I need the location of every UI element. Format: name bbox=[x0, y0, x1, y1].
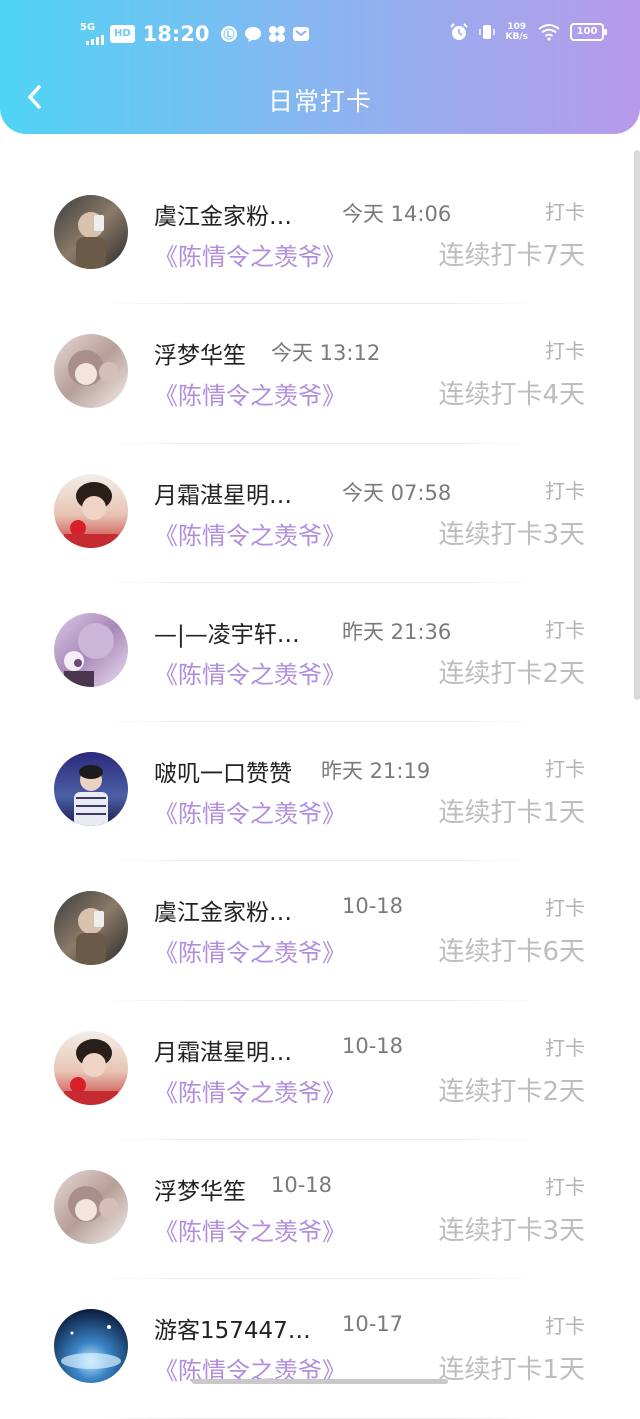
avatar[interactable] bbox=[54, 473, 128, 548]
book-title-link[interactable]: 《陈情令之羡爷》 bbox=[154, 655, 346, 690]
streak-text: 连续打卡1天 bbox=[438, 798, 585, 829]
home-indicator[interactable] bbox=[192, 1379, 448, 1384]
avatar-image bbox=[54, 612, 128, 687]
app-notification-icon: Ⓛ bbox=[220, 26, 237, 42]
checkin-time: 昨天 21:19 bbox=[321, 759, 431, 784]
checkin-time: 今天 13:12 bbox=[271, 341, 381, 366]
network-speed: 109 KB/s bbox=[505, 22, 528, 42]
checkin-time: 10-18 bbox=[342, 894, 404, 919]
checkin-time: 今天 07:58 bbox=[342, 480, 452, 505]
streak-text: 连续打卡6天 bbox=[438, 937, 585, 968]
avatar-image bbox=[54, 1170, 128, 1245]
book-title-link[interactable]: 《陈情令之羡爷》 bbox=[154, 1212, 346, 1247]
checkin-label: 打卡 bbox=[545, 200, 585, 224]
checkin-time: 今天 14:06 bbox=[342, 202, 452, 226]
svg-text:Ⓛ: Ⓛ bbox=[223, 27, 234, 41]
avatar-image bbox=[54, 1030, 128, 1105]
checkin-row[interactable]: 浮梦华笙 今天 13:12 打卡 《陈情令之羡爷》 连续打卡4天 bbox=[0, 304, 640, 444]
checkin-row[interactable]: 游客157447… 10-17 打卡 《陈情令之羡爷》 连续打卡1天 bbox=[0, 1279, 640, 1419]
avatar-image bbox=[54, 752, 128, 827]
checkin-row[interactable]: —|—凌宇轩… 昨天 21:36 打卡 《陈情令之羡爷》 连续打卡2天 bbox=[0, 583, 640, 723]
username[interactable]: 虞江金家粉… bbox=[154, 197, 292, 231]
cellular-signal-icon: 5G bbox=[80, 23, 104, 45]
streak-text: 连续打卡3天 bbox=[438, 519, 585, 550]
avatar[interactable] bbox=[54, 195, 128, 269]
checkin-label: 打卡 bbox=[545, 339, 585, 364]
network-type: 5G bbox=[80, 22, 96, 33]
avatar-image bbox=[54, 334, 128, 409]
checkin-row[interactable]: 啵叽一口赞赞 昨天 21:19 打卡 《陈情令之羡爷》 连续打卡1天 bbox=[0, 722, 640, 862]
status-time: 18:20 bbox=[142, 22, 210, 46]
username[interactable]: —|—凌宇轩… bbox=[154, 615, 300, 649]
checkin-label: 打卡 bbox=[545, 1175, 585, 1200]
pinwheel-icon bbox=[268, 26, 285, 42]
avatar-image bbox=[54, 1309, 128, 1384]
wifi-icon bbox=[538, 24, 560, 41]
status-bar: 5G HD 18:20 Ⓛ 109 KB/s 100 bbox=[0, 0, 640, 70]
avatar[interactable] bbox=[54, 1030, 128, 1105]
checkin-row[interactable]: 月霜湛星明… 10-18 打卡 《陈情令之羡爷》 连续打卡2天 bbox=[0, 1001, 640, 1141]
username[interactable]: 虞江金家粉… bbox=[154, 893, 292, 927]
username[interactable]: 浮梦华笙 bbox=[154, 336, 246, 370]
checkin-row[interactable]: 虞江金家粉… 今天 14:06 打卡 《陈情令之羡爷》 连续打卡7天 bbox=[0, 165, 640, 305]
avatar-image bbox=[54, 195, 128, 269]
username[interactable]: 啵叽一口赞赞 bbox=[154, 754, 292, 788]
checkin-row[interactable]: 虞江金家粉… 10-18 打卡 《陈情令之羡爷》 连续打卡6天 bbox=[0, 861, 640, 1001]
streak-text: 连续打卡7天 bbox=[438, 241, 585, 271]
book-title-link[interactable]: 《陈情令之羡爷》 bbox=[154, 794, 346, 829]
checkin-label: 打卡 bbox=[545, 1035, 585, 1060]
avatar[interactable] bbox=[54, 752, 128, 827]
avatar[interactable] bbox=[54, 891, 128, 966]
book-title-link[interactable]: 《陈情令之羡爷》 bbox=[154, 516, 346, 551]
page-title: 日常打卡 bbox=[267, 87, 372, 116]
vibrate-icon bbox=[478, 25, 495, 39]
streak-text: 连续打卡2天 bbox=[438, 1076, 585, 1107]
book-title-link[interactable]: 《陈情令之羡爷》 bbox=[154, 933, 346, 968]
checkin-time: 10-17 bbox=[342, 1312, 404, 1337]
avatar[interactable] bbox=[54, 334, 128, 409]
checkin-time: 10-18 bbox=[342, 1033, 404, 1058]
username[interactable]: 浮梦华笙 bbox=[154, 1172, 246, 1206]
checkin-time: 昨天 21:36 bbox=[342, 619, 452, 644]
avatar[interactable] bbox=[54, 1309, 128, 1384]
checkin-label: 打卡 bbox=[545, 757, 585, 782]
battery-icon: 100 bbox=[570, 23, 607, 41]
alarm-icon bbox=[449, 23, 468, 40]
checkin-label: 打卡 bbox=[545, 896, 585, 921]
checkin-label: 打卡 bbox=[545, 1314, 585, 1339]
checkin-row[interactable]: 浮梦华笙 10-18 打卡 《陈情令之羡爷》 连续打卡3天 bbox=[0, 1140, 640, 1280]
checkin-time: 10-18 bbox=[271, 1173, 333, 1198]
book-title-link[interactable]: 《陈情令之羡爷》 bbox=[154, 376, 346, 411]
scrollbar[interactable] bbox=[634, 150, 640, 700]
streak-text: 连续打卡3天 bbox=[438, 1216, 585, 1247]
checkin-label: 打卡 bbox=[545, 478, 585, 503]
mail-icon bbox=[292, 27, 309, 41]
avatar[interactable] bbox=[54, 612, 128, 687]
checkin-row[interactable]: 月霜湛星明… 今天 07:58 打卡 《陈情令之羡爷》 连续打卡3天 bbox=[0, 444, 640, 583]
chat-bubble-icon bbox=[244, 27, 261, 42]
app-header: 5G HD 18:20 Ⓛ 109 KB/s 100 日常打卡 bbox=[0, 0, 640, 134]
streak-text: 连续打卡4天 bbox=[438, 380, 585, 411]
avatar[interactable] bbox=[54, 1170, 128, 1245]
avatar-image bbox=[54, 891, 128, 966]
checkin-list: 虞江金家粉… 今天 14:06 打卡 《陈情令之羡爷》 连续打卡7天 浮梦华笙 … bbox=[0, 165, 640, 1419]
book-title-link[interactable]: 《陈情令之羡爷》 bbox=[154, 1073, 346, 1108]
username[interactable]: 游客157447… bbox=[154, 1311, 311, 1345]
username[interactable]: 月霜湛星明… bbox=[154, 1033, 292, 1067]
hd-badge: HD bbox=[110, 25, 135, 43]
streak-text: 连续打卡1天 bbox=[438, 1355, 585, 1386]
nav-bar: 日常打卡 bbox=[0, 70, 640, 124]
avatar-image bbox=[54, 473, 128, 548]
checkin-label: 打卡 bbox=[545, 617, 585, 642]
book-title-link[interactable]: 《陈情令之羡爷》 bbox=[154, 237, 346, 272]
username[interactable]: 月霜湛星明… bbox=[154, 476, 292, 510]
streak-text: 连续打卡2天 bbox=[438, 658, 585, 689]
